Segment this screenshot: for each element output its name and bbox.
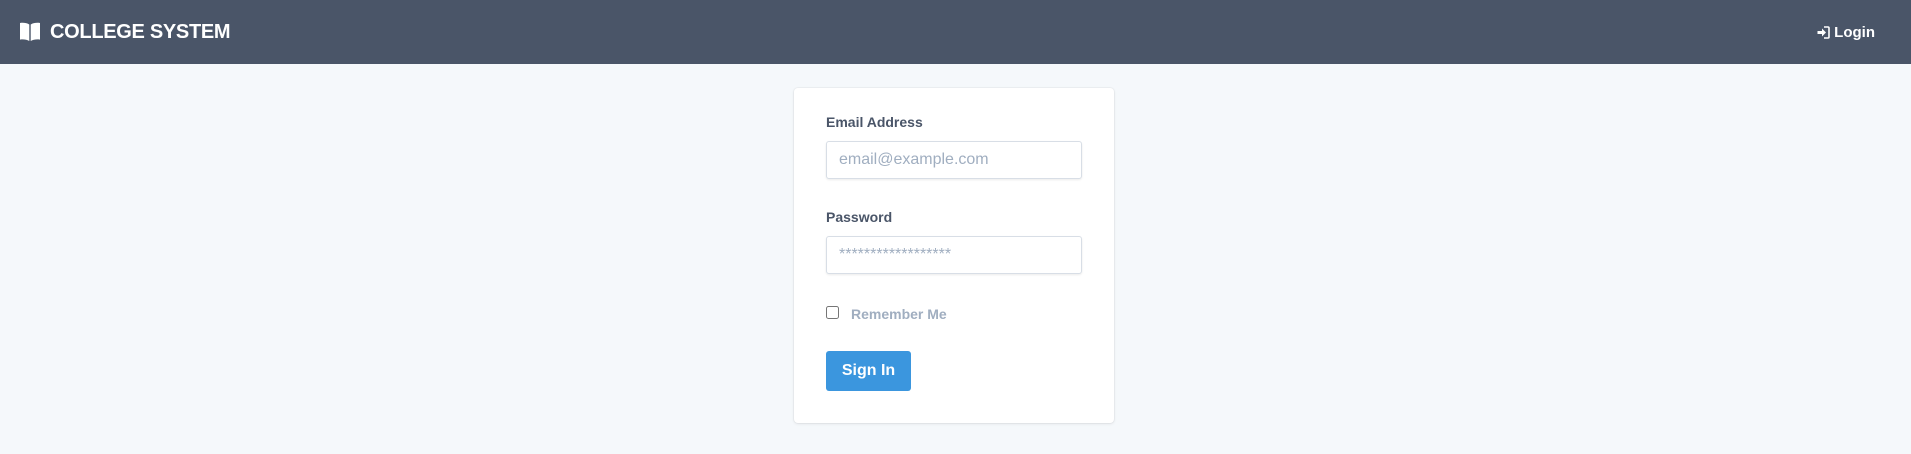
password-field[interactable] (826, 236, 1082, 274)
login-card: Email Address Password Remember Me Sign … (794, 88, 1114, 423)
password-label: Password (826, 209, 893, 225)
book-open-icon (19, 22, 41, 42)
app-title: COLLEGE SYSTEM (50, 20, 231, 43)
sign-in-button[interactable]: Sign In (826, 351, 911, 391)
sign-in-icon (1817, 25, 1830, 39)
brand-link[interactable]: COLLEGE SYSTEM (19, 20, 231, 44)
remember-me-checkbox[interactable] (826, 306, 839, 319)
top-navbar: COLLEGE SYSTEM Login (0, 0, 1911, 64)
remember-me-label: Remember Me (851, 306, 947, 322)
email-field[interactable] (826, 141, 1082, 179)
nav-login-label: Login (1834, 23, 1875, 41)
nav-login-link[interactable]: Login (1817, 24, 1875, 41)
email-label: Email Address (826, 114, 923, 130)
